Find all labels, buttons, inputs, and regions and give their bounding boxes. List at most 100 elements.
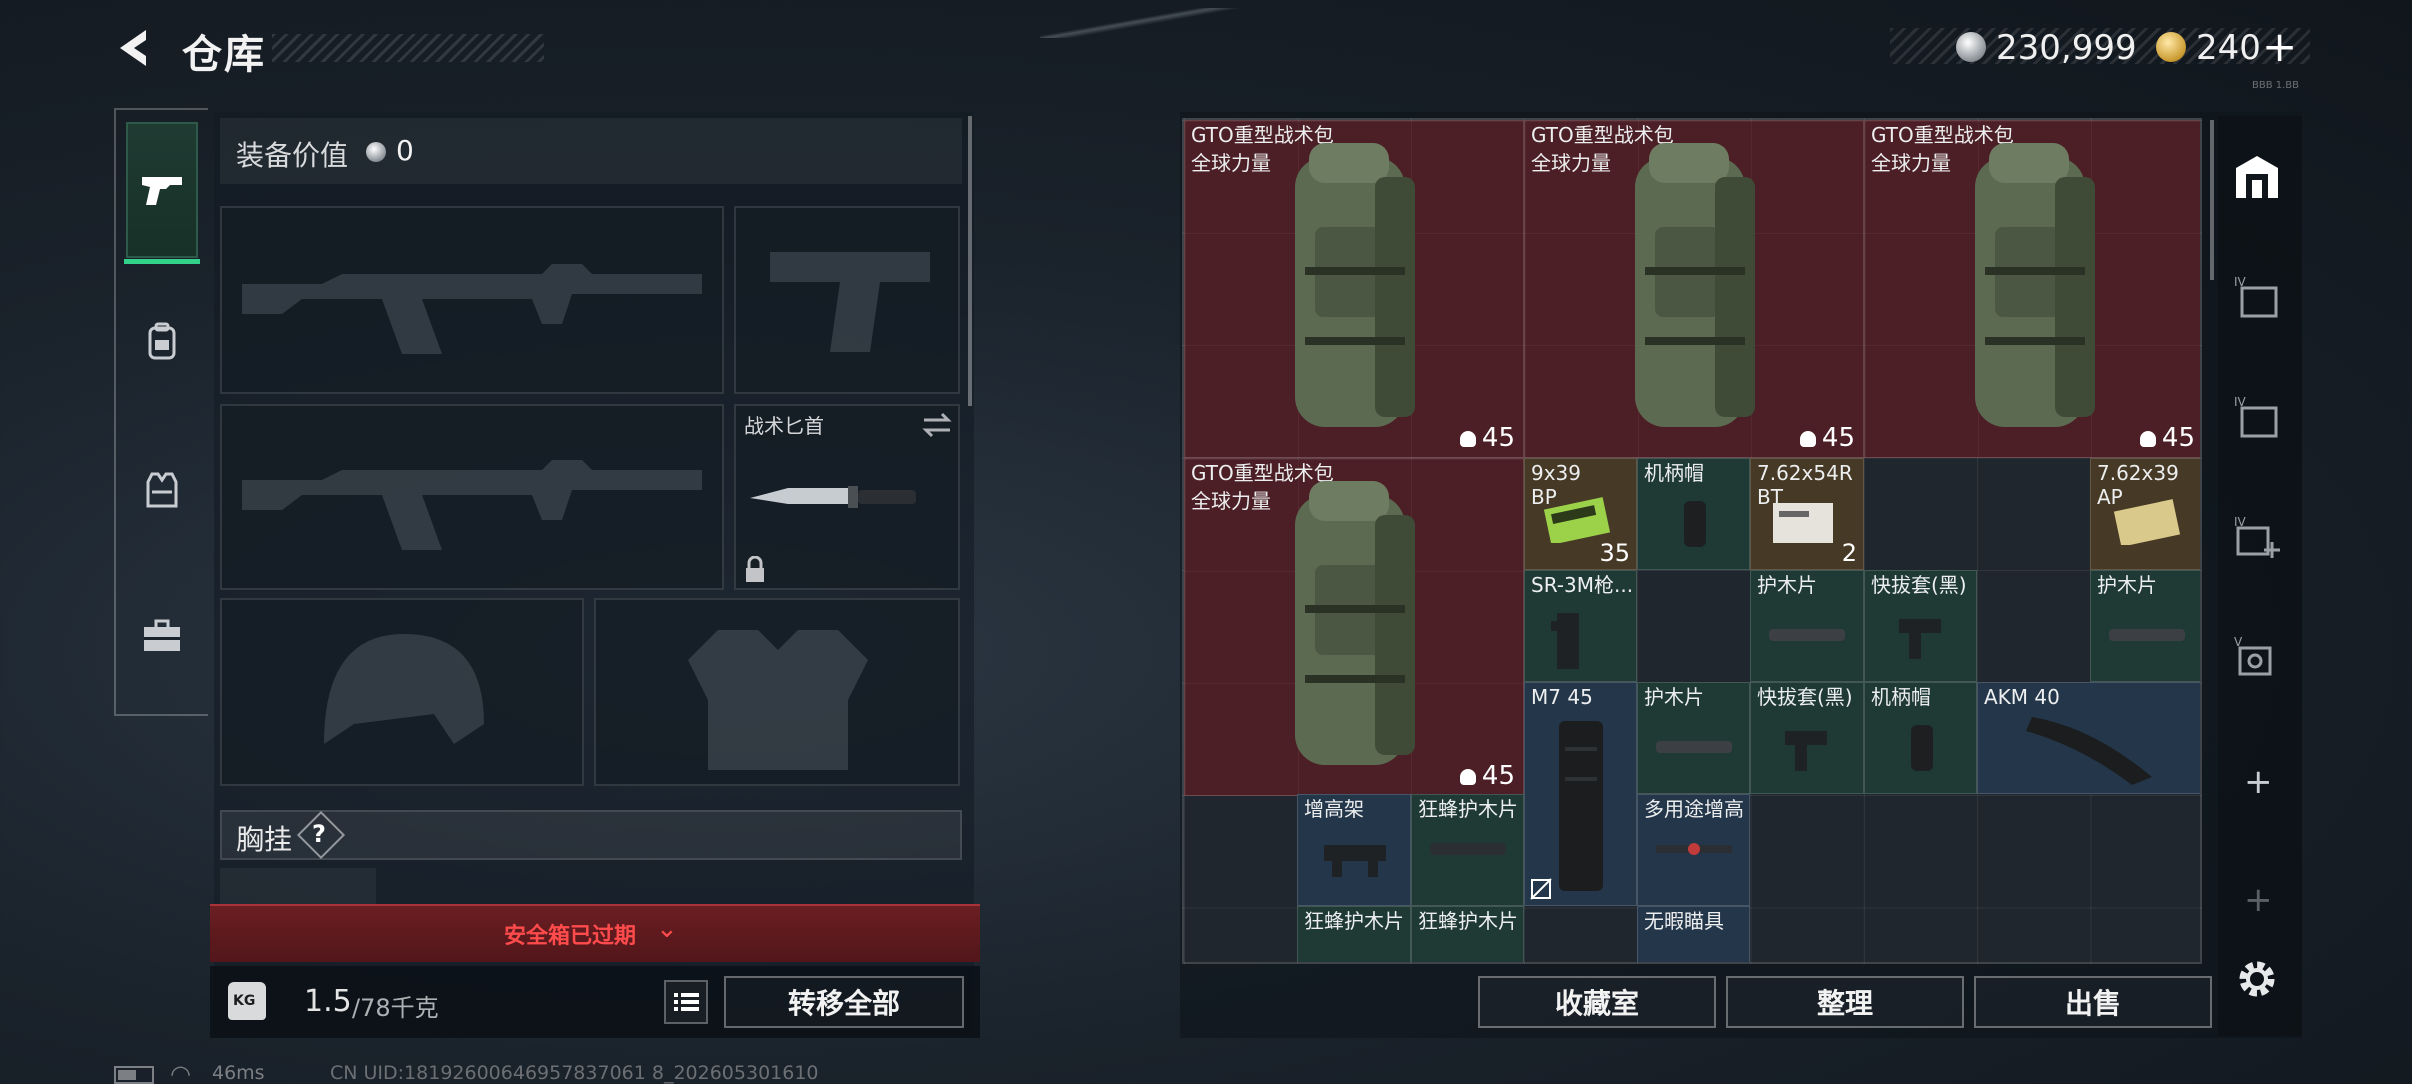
warehouse-grid: GTO重型战术包 全球力量 45 GTO重型战术包 全球力量 45 GTO重型战… [1182,118,2202,964]
item-name: 护木片 [1757,573,1817,597]
inventory-item[interactable]: 9x39 BP 35 [1524,458,1637,570]
inventory-item[interactable]: GTO重型战术包 全球力量 45 [1184,120,1524,458]
backpack-icon [1295,481,1415,765]
tab-weapons[interactable] [124,122,200,264]
storage-add-button[interactable]: IV [2232,512,2282,562]
storage-page-button[interactable]: IV [2232,272,2282,322]
armor-slot[interactable] [594,598,960,786]
multi-riser-icon [1656,843,1732,855]
equipment-nav [114,108,208,716]
inventory-item[interactable]: GTO重型战术包 全球力量 45 [1864,120,2200,458]
inventory-item[interactable]: 快拔套(黑) [1864,570,1977,682]
item-subtitle: 全球力量 [1191,489,1271,513]
secondary-weapon-slot[interactable] [220,404,724,590]
inventory-item[interactable]: SR-3M枪... [1524,570,1637,682]
inventory-item[interactable]: 7.62x39 AP [2090,458,2200,570]
gold-amount: 240 [2196,28,2261,68]
equipment-value-label: 装备价值 [236,139,349,172]
inventory-item[interactable]: 狂蜂护木片 [1297,906,1411,962]
equipment-scrollbar[interactable] [968,116,972,406]
page-title: 仓库 [182,32,266,78]
inventory-item[interactable]: AKM 40 [1977,682,2200,794]
warehouse-home-icon [2236,156,2278,198]
item-name: 狂蜂护木片 [1304,909,1404,933]
storage-page-button[interactable]: V [2232,632,2282,682]
inventory-item[interactable]: 护木片 [1637,682,1750,794]
list-view-button[interactable] [664,980,708,1024]
storage-page-button[interactable]: IV [2232,392,2282,442]
quick-detach-icon [1899,619,1941,659]
weight-current: 1.5 [304,984,352,1019]
tab-briefcase[interactable] [126,568,198,704]
inventory-item[interactable]: 护木片 [2090,570,2200,682]
inventory-item[interactable]: 7.62x54R BT 2 [1750,458,1864,570]
handguard-icon [1656,741,1732,753]
pistol-silhouette-icon [770,252,930,352]
backpack-capacity-icon [1459,768,1476,785]
weight-max: /78千克 [352,994,439,1022]
item-name: 9x39 [1531,461,1582,485]
warehouse-home-button[interactable] [2232,152,2282,202]
inventory-item[interactable]: 无暇瞄具 [1637,906,1750,962]
svg-text:V: V [2234,635,2243,649]
inventory-item[interactable]: 狂蜂护木片 [1411,794,1524,906]
inventory-item[interactable]: GTO重型战术包 全球力量 45 [1524,120,1864,458]
inventory-item[interactable]: GTO重型战术包 全球力量 45 [1184,458,1524,796]
inventory-item[interactable]: 多用途增高 [1637,794,1750,906]
item-name: M7 45 [1531,685,1593,709]
quick-detach-icon [1785,731,1827,771]
item-subtitle: 全球力量 [1191,151,1271,175]
tab-backpack[interactable] [126,274,198,410]
inventory-item[interactable]: 狂蜂护木片 [1411,906,1524,962]
add-currency-button[interactable]: + [2262,22,2297,71]
item-name: 快拔套(黑) [1871,573,1967,597]
back-button[interactable] [112,24,160,72]
item-capacity: 45 [1459,423,1515,453]
magazine-icon [1559,721,1603,891]
inventory-item[interactable]: 机柄帽 [1864,682,1977,794]
list-icon [674,993,699,1011]
backpack-icon [148,322,176,360]
item-name: 7.62x39 [2097,461,2179,485]
item-name: 护木片 [2097,573,2157,597]
wifi-icon: ◠ [170,1060,191,1084]
svg-text:IV: IV [2234,395,2247,409]
item-name: SR-3M枪... [1531,573,1634,597]
inventory-item[interactable]: M7 45 [1524,682,1637,906]
tab-vest[interactable] [126,422,198,558]
item-capacity-value: 45 [1821,423,1855,453]
item-name: AKM 40 [1984,685,2060,709]
item-name: 无暇瞄具 [1644,909,1724,933]
ammo-box-icon [2113,499,2181,545]
add-page-button[interactable]: + [2244,762,2273,802]
knife-slot[interactable]: 战术匕首 [734,404,960,590]
background-light-streak [1040,8,1260,38]
inventory-item[interactable]: 快拔套(黑) [1750,682,1864,794]
no-sell-icon [1530,878,1552,900]
item-name: 7.62x54R [1757,461,1853,485]
warehouse-scrollbar[interactable] [2210,120,2214,280]
rifle-silhouette-icon [242,460,702,550]
primary-weapon-slot[interactable] [220,206,724,394]
curved-magazine-icon [2026,717,2152,785]
organize-button[interactable]: 整理 [1726,976,1964,1028]
collection-room-button[interactable]: 收藏室 [1478,976,1716,1028]
transfer-all-button[interactable]: 转移全部 [724,976,964,1028]
sidearm-slot[interactable] [734,206,960,394]
item-capacity-value: 45 [1481,761,1515,791]
sell-button[interactable]: 出售 [1974,976,2212,1028]
swap-icon [922,412,952,438]
item-capacity-value: 45 [1481,423,1515,453]
backpack-icon [1295,143,1415,427]
settings-button[interactable] [2232,954,2282,1004]
helmet-slot[interactable] [220,598,584,786]
inventory-item[interactable]: 护木片 [1750,570,1864,682]
grip-cap-icon [1911,725,1933,771]
chest-rig-slot[interactable] [220,868,376,908]
add-page-button-disabled: + [2244,880,2273,920]
briefcase-icon [144,619,180,651]
handguard-icon [1769,629,1845,641]
inventory-item[interactable]: 增高架 [1297,794,1411,906]
item-name: 狂蜂护木片 [1418,909,1518,933]
inventory-item[interactable]: 机柄帽 [1637,458,1750,570]
